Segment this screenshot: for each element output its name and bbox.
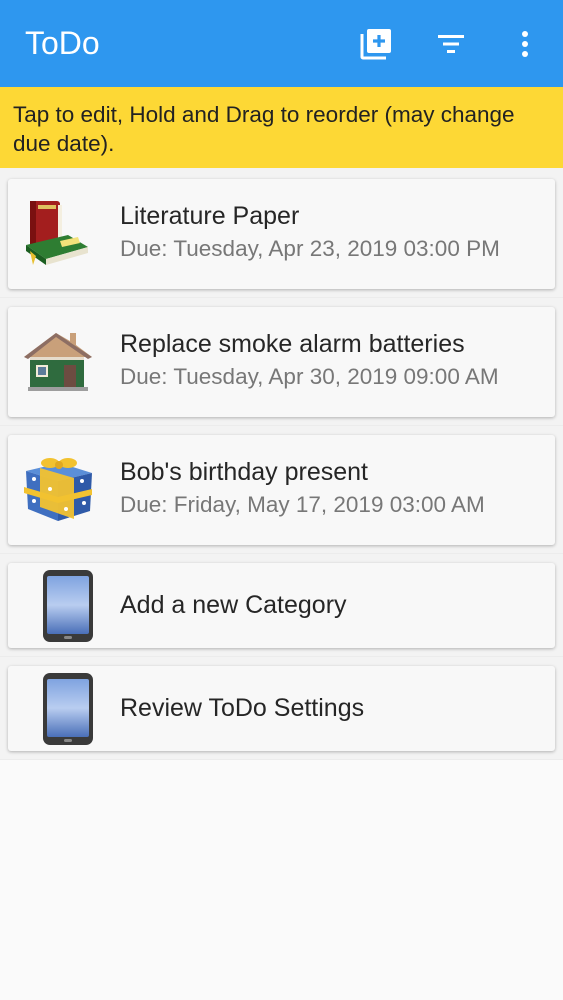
review-settings-card[interactable]: Review ToDo Settings	[8, 666, 555, 751]
task-card-smoke-alarm[interactable]: Replace smoke alarm batteries Due: Tuesd…	[8, 307, 555, 417]
task-due-date: Due: Friday, May 17, 2019 03:00 AM	[120, 492, 485, 517]
filter-list-icon	[438, 35, 464, 53]
task-card-literature-paper[interactable]: Literature Paper Due: Tuesday, Apr 23, 2…	[8, 179, 555, 289]
banner-text: Tap to edit, Hold and Drag to reorder (m…	[13, 102, 515, 156]
filter-button[interactable]	[429, 22, 473, 66]
task-title: Replace smoke alarm batteries	[120, 330, 465, 358]
phone-icon	[20, 671, 96, 747]
overflow-menu-button[interactable]	[503, 22, 547, 66]
shortcut-title: Review ToDo Settings	[120, 694, 365, 722]
add-task-button[interactable]	[354, 22, 398, 66]
add-box-icon	[360, 29, 391, 60]
gift-icon	[20, 449, 96, 525]
task-due-date: Due: Tuesday, Apr 30, 2019 09:00 AM	[120, 364, 499, 389]
instruction-banner: Tap to edit, Hold and Drag to reorder (m…	[0, 87, 563, 168]
task-title: Literature Paper	[120, 202, 300, 230]
shortcut-title: Add a new Category	[120, 591, 347, 619]
books-icon	[20, 193, 96, 269]
task-card-birthday-present[interactable]: Bob's birthday present Due: Friday, May …	[8, 435, 555, 545]
phone-icon	[20, 568, 96, 644]
app-title: ToDo	[25, 25, 100, 61]
house-icon	[20, 321, 96, 397]
more-vert-icon	[522, 31, 528, 57]
add-category-card[interactable]: Add a new Category	[8, 563, 555, 648]
app-bar: ToDo	[0, 0, 563, 87]
task-title: Bob's birthday present	[120, 458, 368, 486]
task-due-date: Due: Tuesday, Apr 23, 2019 03:00 PM	[120, 236, 500, 261]
